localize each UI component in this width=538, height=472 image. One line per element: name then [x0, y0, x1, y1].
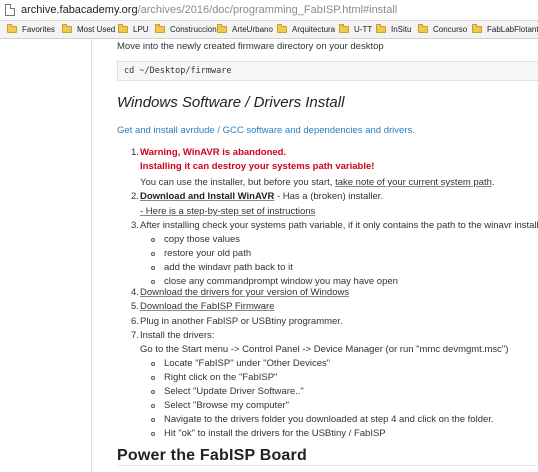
step-7-subtext: Go to the Start menu -> Control Panel ->…: [140, 344, 509, 355]
bullet-icon: [151, 432, 155, 436]
intro-text: Move into the newly created firmware dir…: [117, 41, 384, 52]
system-path-link[interactable]: take note of your current system path: [335, 177, 492, 188]
step-1-warning-2: Installing it can destroy your systems p…: [140, 161, 375, 172]
step-7-bullet: Select "Update Driver Software..": [164, 386, 304, 397]
bookmark-label: Concurso: [433, 25, 468, 34]
folder-icon: [277, 24, 287, 33]
step-7-bullet: Right click on the "FabISP": [164, 372, 278, 383]
step-2-text: Download and Install WinAVR - Has a (bro…: [140, 191, 383, 202]
sidebar-divider: [91, 39, 92, 472]
bookmark-u-tt[interactable]: U-TT: [339, 21, 372, 38]
folder-icon: [155, 24, 165, 33]
step-7-text: Install the drivers:: [140, 330, 215, 341]
address-bar[interactable]: archive.fabacademy.org/archives/2016/doc…: [0, 0, 538, 21]
bookmark-label: Favorites: [22, 25, 55, 34]
bullet-icon: [151, 418, 155, 422]
winavr-link[interactable]: Download and Install WinAVR: [140, 191, 274, 202]
step-7-bullet: Select "Browse my computer": [164, 400, 290, 411]
bullet-icon: [151, 404, 155, 408]
bookmark-favorites[interactable]: Favorites: [7, 21, 55, 38]
section-title: Windows Software / Drivers Install: [117, 94, 345, 111]
folder-icon: [418, 24, 428, 33]
bookmark-label: InSitu: [391, 25, 412, 34]
bullet-icon: [151, 238, 155, 242]
bookmark-lpu[interactable]: LPU: [118, 21, 149, 38]
bullet-icon: [151, 390, 155, 394]
folder-icon: [339, 24, 349, 33]
bookmark-fablabflotante[interactable]: FabLabFlotante: [472, 21, 538, 38]
step-3-number: 3.: [131, 220, 139, 231]
step-1-warning: Warning, WinAVR is abandoned.: [140, 147, 287, 158]
bookmark-arquitectura[interactable]: Arquitectura: [277, 21, 335, 38]
folder-icon: [62, 24, 72, 33]
step-7-bullet: Hit "ok" to install the drivers for the …: [164, 428, 386, 439]
step-2-desc: - Has a (broken) installer.: [274, 191, 384, 202]
url-host: archive.fabacademy.org: [21, 4, 138, 16]
bookmark-concurso[interactable]: Concurso: [418, 21, 467, 38]
bookmark-label: Construccion: [170, 25, 217, 34]
page-icon: [5, 4, 15, 16]
bookmark-label: U-TT: [354, 25, 373, 34]
folder-icon: [217, 24, 227, 33]
step-7-bullet: Navigate to the drivers folder you downl…: [164, 414, 494, 425]
step-2-number: 2.: [131, 191, 139, 202]
instructions-link[interactable]: - Here is a step-by-step set of instruct…: [140, 206, 315, 217]
avrdude-link[interactable]: Get and install avrdude / GCC software a…: [117, 125, 415, 136]
firmware-download-link[interactable]: Download the FabISP Firmware: [140, 301, 274, 312]
step-3-bullet: copy those values: [164, 234, 241, 245]
bookmark-label: Most Used: [77, 25, 116, 34]
bullet-icon: [151, 376, 155, 380]
step-4-number: 4.: [131, 287, 139, 298]
step-3-bullet: add the windavr path back to it: [164, 262, 293, 273]
step-1-text: You can use the installer, but before yo…: [140, 177, 495, 188]
step-3-bullet: restore your old path: [164, 248, 252, 259]
bookmark-label: FabLabFlotante: [487, 25, 538, 34]
bookmark-insitu[interactable]: InSitu: [376, 21, 411, 38]
drivers-download-link[interactable]: Download the drivers for your version of…: [140, 287, 349, 298]
step-6-text: Plug in another FabISP or USBtiny progra…: [140, 316, 343, 327]
step-1-number: 1.: [131, 147, 139, 158]
bookmark-label: Arquitectura: [292, 25, 336, 34]
bullet-icon: [151, 280, 155, 284]
bookmark-arteurbano[interactable]: ArteUrbano: [217, 21, 273, 38]
folder-icon: [376, 24, 386, 33]
folder-icon: [472, 24, 482, 33]
page-content: Move into the newly created firmware dir…: [0, 39, 538, 472]
code-block: cd ~/Desktop/firmware: [117, 61, 538, 81]
step-1-text-a: You can use the installer, but before yo…: [140, 177, 336, 188]
bookmark-label: LPU: [133, 25, 149, 34]
bookmark-label: ArteUrbano: [232, 25, 273, 34]
bullet-icon: [151, 266, 155, 270]
bullet-icon: [151, 252, 155, 256]
bookmarks-bar: Favorites Most Used LPU Construccion Art…: [0, 21, 538, 39]
power-section-title: Power the FabISP Board: [117, 447, 307, 464]
step-6-number: 6.: [131, 316, 139, 327]
step-7-number: 7.: [131, 330, 139, 341]
step-5-number: 5.: [131, 301, 139, 312]
bookmark-construccion[interactable]: Construccion: [155, 21, 217, 38]
bullet-icon: [151, 362, 155, 366]
url-path: /archives/2016/doc/programming_FabISP.ht…: [137, 4, 398, 16]
bookmark-most-used[interactable]: Most Used: [62, 21, 115, 38]
step-3-bullet: close any commandprompt window you may h…: [164, 276, 398, 287]
section-divider: [117, 465, 538, 466]
url-text[interactable]: archive.fabacademy.org/archives/2016/doc…: [21, 4, 397, 16]
step-7-bullet: Locate "FabISP" under "Other Devices": [164, 358, 331, 369]
step-1-text-c: .: [491, 177, 495, 188]
folder-icon: [118, 24, 128, 33]
folder-icon: [7, 24, 17, 33]
step-3-text: After installing check your systems path…: [140, 220, 538, 231]
